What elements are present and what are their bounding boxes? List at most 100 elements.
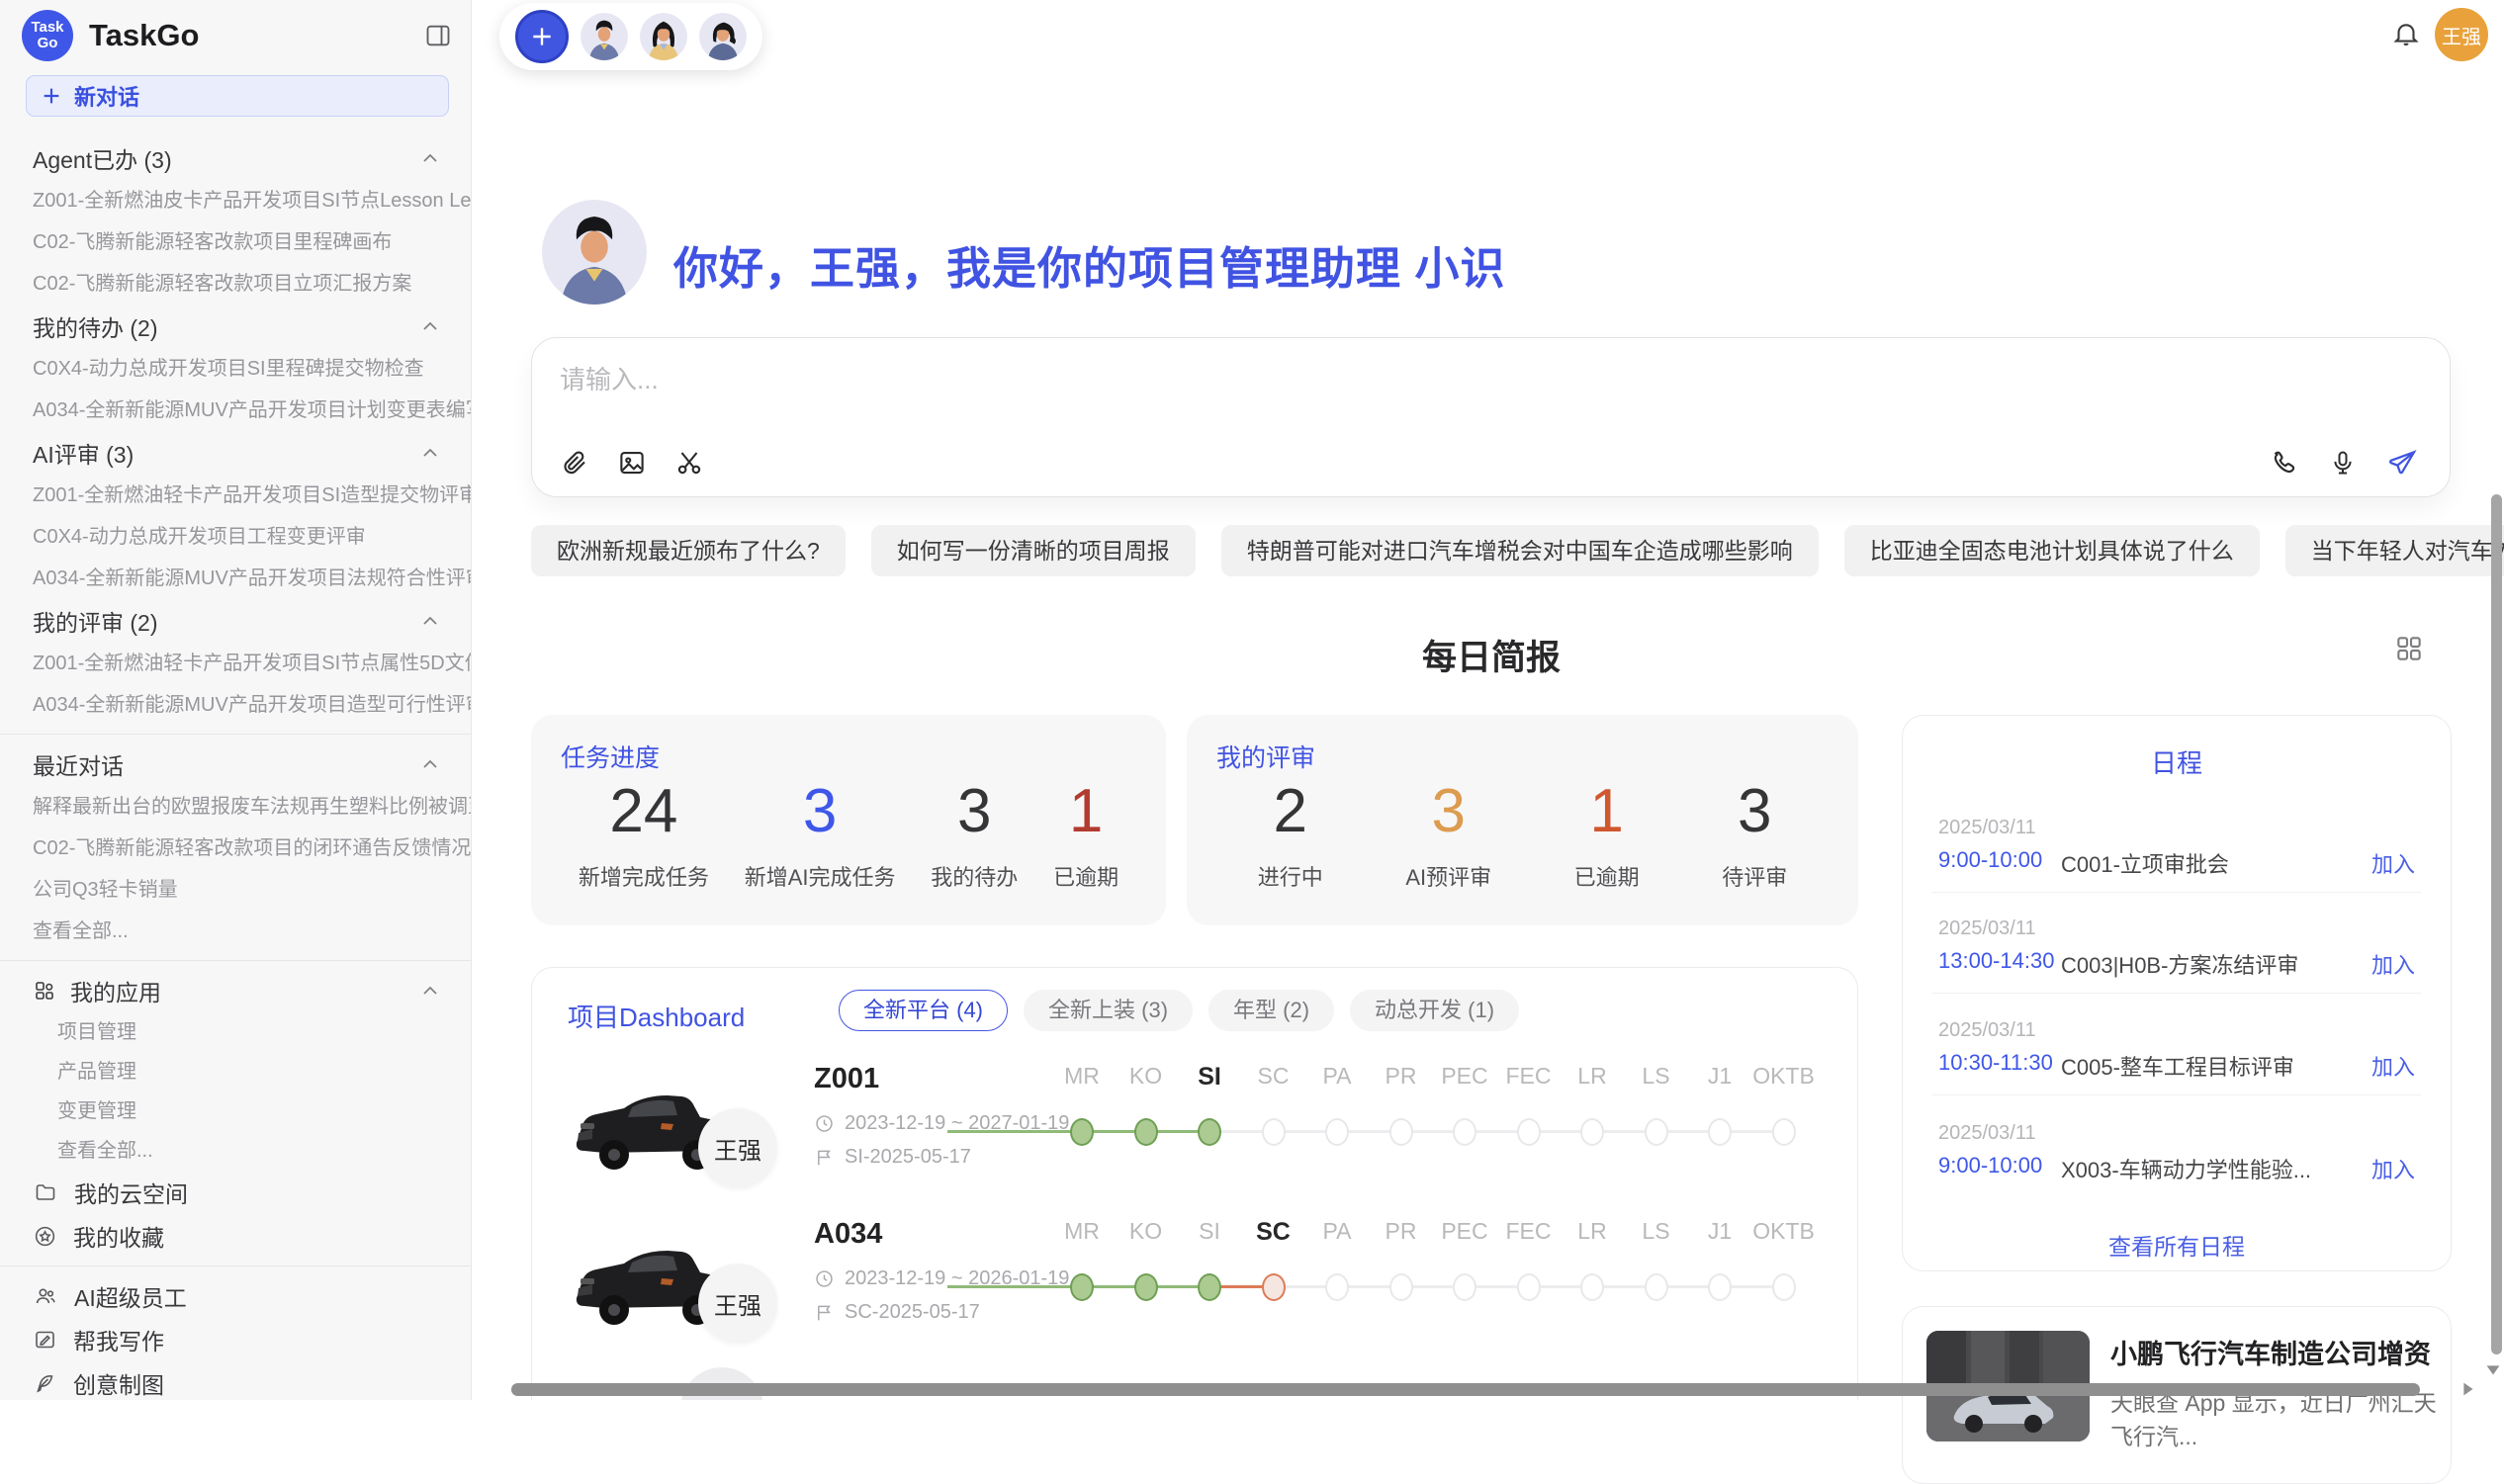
chevron-up-icon[interactable] xyxy=(418,609,442,633)
suggestion-chip[interactable]: 当下年轻人对汽车外观有怎样的喜好趋势 xyxy=(2285,525,2504,576)
recent-view-all[interactable]: 查看全部... xyxy=(0,911,472,952)
image-icon[interactable] xyxy=(617,447,647,479)
join-meeting-link[interactable]: 加入 xyxy=(2371,847,2415,879)
scroll-right-arrow-icon[interactable] xyxy=(2457,1378,2478,1400)
chat-input[interactable] xyxy=(560,360,2142,419)
flag-icon xyxy=(814,1302,835,1323)
stat-value: 24 xyxy=(579,776,709,846)
stat-metric: 1已逾期 xyxy=(1574,776,1640,892)
sidebar-section-header[interactable]: Agent已办 (3) xyxy=(0,136,472,180)
sidebar-section-header[interactable]: 我的待办 (2) xyxy=(0,305,472,348)
join-meeting-link[interactable]: 加入 xyxy=(2371,1050,2415,1082)
attachment-icon[interactable] xyxy=(560,447,589,479)
scissors-icon[interactable] xyxy=(674,447,704,479)
people-icon xyxy=(33,1284,58,1308)
sidebar-task-item[interactable]: Z001-全新燃油皮卡产品开发项目SI节点Lesson Learn报告 xyxy=(0,180,472,221)
dashboard-tab[interactable]: 动总开发 (1) xyxy=(1350,990,1519,1031)
news-title: 小鹏飞行汽车制造公司增资 xyxy=(2110,1333,2437,1371)
clock-icon xyxy=(814,1268,835,1289)
task-progress-card: 任务进度24新增完成任务3新增AI完成任务3我的待办1已逾期 xyxy=(531,715,1166,925)
sidebar-task-item[interactable]: A034-全新新能源MUV产品开发项目计划变更表编写 xyxy=(0,390,472,431)
milestone-dot xyxy=(1325,1118,1349,1146)
suggestion-chip[interactable]: 比亚迪全固态电池计划具体说了什么 xyxy=(1844,525,2260,576)
phone-icon[interactable] xyxy=(2270,447,2299,479)
news-snippet: 天眼查 App 显示，近日广州汇天飞行汽... xyxy=(2110,1386,2437,1453)
chevron-up-icon[interactable] xyxy=(418,979,442,1003)
sidebar-link-collect[interactable]: 我的收藏 xyxy=(0,1214,472,1258)
app-item[interactable]: 产品管理 xyxy=(0,1052,472,1091)
milestone-dot xyxy=(1262,1273,1286,1301)
user-avatar[interactable]: 王强 xyxy=(2435,8,2488,61)
app-item[interactable]: 变更管理 xyxy=(0,1091,472,1131)
milestone-dot xyxy=(1580,1273,1604,1301)
sidebar-task-item[interactable]: Z001-全新燃油轻卡产品开发项目SI节点属性5D文件评审 xyxy=(0,643,472,684)
microphone-icon[interactable] xyxy=(2329,447,2357,479)
suggestion-chip[interactable]: 如何写一份清晰的项目周报 xyxy=(871,525,1196,576)
sidebar-task-item[interactable]: Z001-全新燃油轻卡产品开发项目SI造型提交物评审 xyxy=(0,475,472,516)
sidebar-section-header[interactable]: 我的应用 xyxy=(0,969,472,1012)
suggestion-chip[interactable]: 特朗普可能对进口汽车增税会对中国车企造成哪些影响 xyxy=(1221,525,1819,576)
project-row[interactable]: 王强Z0012023-12-19 ~ 2027-01-19SI-2025-05-… xyxy=(532,1063,1858,1211)
join-meeting-link[interactable]: 加入 xyxy=(2371,1153,2415,1184)
horizontal-scrollbar[interactable] xyxy=(511,1383,2420,1396)
project-row[interactable]: 王强A0342023-12-19 ~ 2026-01-19SC-2025-05-… xyxy=(532,1218,1858,1366)
sidebar-tool-people[interactable]: AI超级员工 xyxy=(0,1274,472,1318)
sidebar-section-header[interactable]: AI评审 (3) xyxy=(0,431,472,475)
milestone-dot xyxy=(1580,1118,1604,1146)
app-item[interactable]: 项目管理 xyxy=(0,1012,472,1052)
sidebar-task-item[interactable]: C02-飞腾新能源轻客改款项目立项汇报方案 xyxy=(0,263,472,305)
sidebar-section-header[interactable]: 我的评审 (2) xyxy=(0,599,472,643)
sidebar-section-header[interactable]: 最近对话 xyxy=(0,742,472,786)
sidebar-task-item[interactable]: C02-飞腾新能源轻客改款项目里程碑画布 xyxy=(0,221,472,263)
chevron-up-icon[interactable] xyxy=(418,752,442,776)
dashboard-title: 项目Dashboard xyxy=(568,998,745,1034)
sidebar-task-item[interactable]: A034-全新新能源MUV产品开发项目造型可行性评审 xyxy=(0,684,472,726)
stat-value: 2 xyxy=(1258,776,1323,846)
sidebar-task-item[interactable]: C0X4-动力总成开发项目SI里程碑提交物检查 xyxy=(0,348,472,390)
event-date: 2025/03/11 xyxy=(1938,1122,2036,1145)
event-title: C001-立项审批会 xyxy=(2061,847,2229,879)
recent-chat-item[interactable]: C02-飞腾新能源轻客改款项目的闭环通告反馈情况 xyxy=(0,828,472,869)
suggestion-chips: 欧洲新规最近颁布了什么? 如何写一份清晰的项目周报特朗普可能对进口汽车增税会对中国… xyxy=(531,525,2452,576)
agent-avatar-3[interactable] xyxy=(699,13,747,60)
event-date: 2025/03/11 xyxy=(1938,917,2036,940)
milestone-label: OKTB xyxy=(1740,1063,1829,1090)
view-all-schedule-link[interactable]: 查看所有日程 xyxy=(1903,1228,2451,1262)
sidebar-link-folder[interactable]: 我的云空间 xyxy=(0,1171,472,1214)
chevron-up-icon[interactable] xyxy=(418,441,442,465)
add-agent-button[interactable] xyxy=(515,10,569,63)
suggestion-chip[interactable]: 欧洲新规最近颁布了什么? xyxy=(531,525,846,576)
recent-chat-item[interactable]: 解释最新出台的欧盟报废车法规再生塑料比例被调至15%... xyxy=(0,786,472,828)
project-owner-badge: 王强 xyxy=(698,1264,777,1343)
milestone-dot xyxy=(1517,1118,1541,1146)
vertical-scrollbar[interactable] xyxy=(2491,494,2502,1354)
apps-grid-icon xyxy=(33,979,56,1003)
join-meeting-link[interactable]: 加入 xyxy=(2371,948,2415,980)
layout-grid-icon[interactable] xyxy=(2393,633,2425,664)
divider xyxy=(1932,993,2421,994)
greeting-text: 你好，王强，我是你的项目管理助理 小识 xyxy=(673,232,1506,297)
sidebar-tool-feather[interactable]: 创意制图 xyxy=(0,1361,472,1400)
divider xyxy=(1932,1094,2421,1095)
agent-avatar-1[interactable] xyxy=(581,13,628,60)
chevron-up-icon[interactable] xyxy=(418,146,442,170)
apps-view-all[interactable]: 查看全部... xyxy=(0,1131,472,1171)
dashboard-tab[interactable]: 年型 (2) xyxy=(1208,990,1334,1031)
sidebar-task-item[interactable]: C0X4-动力总成开发项目工程变更评审 xyxy=(0,516,472,558)
new-chat-button[interactable]: 新对话 xyxy=(26,75,449,117)
scroll-down-arrow-icon[interactable] xyxy=(2482,1358,2504,1380)
recent-chat-item[interactable]: 公司Q3轻卡销量 xyxy=(0,869,472,911)
notification-bell-icon[interactable] xyxy=(2391,18,2421,49)
sidebar-task-item[interactable]: A034-全新新能源MUV产品开发项目法规符合性评审 xyxy=(0,558,472,599)
project-dashboard-card: 项目Dashboard 全新平台 (4) 全新上装 (3) 年型 (2) 动总开发 (… xyxy=(531,967,1858,1400)
send-icon[interactable] xyxy=(2386,447,2418,479)
collapse-sidebar-icon[interactable] xyxy=(423,22,453,49)
agent-avatar-2[interactable] xyxy=(640,13,687,60)
dashboard-tab[interactable]: 全新上装 (3) xyxy=(1024,990,1193,1031)
milestone-dot xyxy=(1262,1118,1286,1146)
dashboard-tab[interactable]: 全新平台 (4) xyxy=(839,990,1008,1031)
sidebar-tool-write[interactable]: 帮我写作 xyxy=(0,1318,472,1361)
event-title: X003-车辆动力学性能验... xyxy=(2061,1153,2311,1184)
chevron-up-icon[interactable] xyxy=(418,314,442,338)
stat-value: 3 xyxy=(931,776,1018,846)
